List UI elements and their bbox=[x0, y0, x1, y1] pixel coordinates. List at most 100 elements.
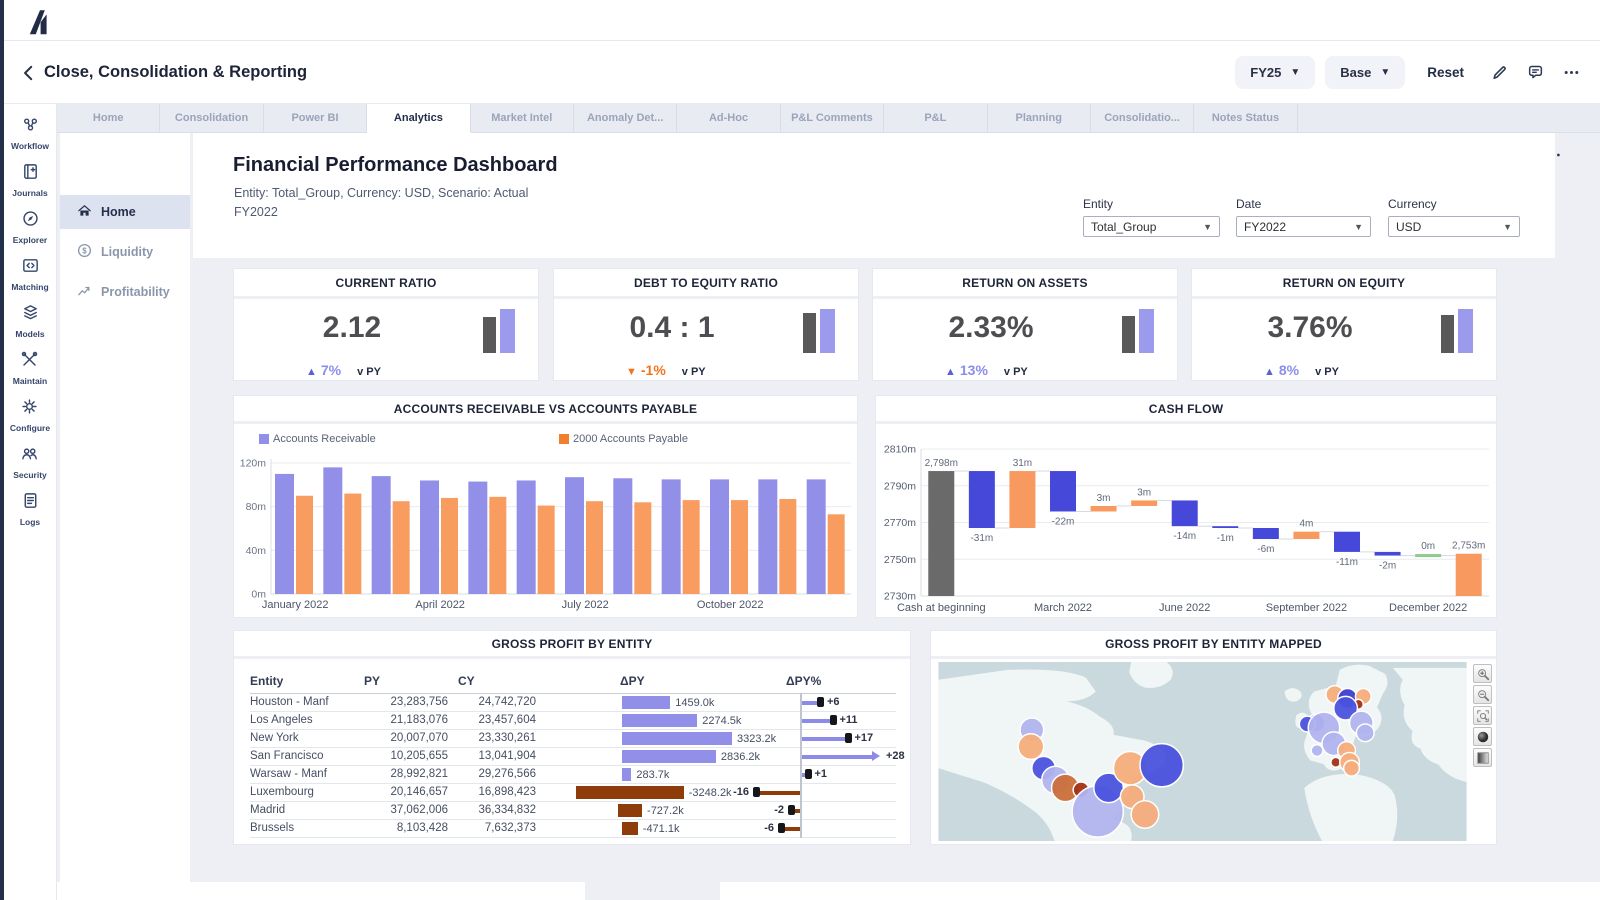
table-row-los-angeles[interactable]: Los Angeles21,183,07623,457,6042274.5k+1… bbox=[250, 711, 896, 729]
profitability-icon bbox=[77, 283, 92, 301]
vs-py-label: v PY bbox=[1315, 366, 1339, 378]
more-options-icon[interactable] bbox=[1558, 60, 1584, 86]
map-zoom-in-button[interactable] bbox=[1473, 664, 1492, 683]
delta-py-cell: 2836.2k bbox=[546, 747, 774, 765]
tab-p-l[interactable]: P&L bbox=[884, 104, 987, 132]
chart-title: GROSS PROFIT BY ENTITY bbox=[234, 631, 910, 659]
column-header-py[interactable]: PY bbox=[364, 669, 458, 693]
table-row-houston-manf[interactable]: Houston - Manf23,283,75624,742,7201459.0… bbox=[250, 693, 896, 711]
svg-text:-11m: -11m bbox=[1336, 557, 1358, 568]
fy-selector[interactable]: FY25 ▼ bbox=[1235, 56, 1315, 89]
delta-py-cell: 283.7k bbox=[546, 765, 774, 783]
column-header-cy[interactable]: CY bbox=[458, 669, 546, 693]
svg-text:4m: 4m bbox=[1299, 519, 1313, 530]
chevron-down-icon: ▼ bbox=[1503, 222, 1512, 232]
svg-text:-6m: -6m bbox=[1257, 544, 1274, 555]
arrowhead bbox=[872, 751, 880, 761]
anaplan-logo[interactable] bbox=[28, 9, 52, 33]
tab-ad-hoc[interactable]: Ad-Hoc bbox=[677, 104, 780, 132]
value-cell: 23,283,756 bbox=[364, 693, 458, 711]
delta-py-pct-cell: +1 bbox=[774, 765, 896, 783]
delta-py-pct-cell: +17 bbox=[774, 729, 896, 747]
map-bubble[interactable] bbox=[1356, 724, 1374, 742]
table-row-luxembourg[interactable]: Luxembourg20,146,65716,898,423-3248.2k-1… bbox=[250, 783, 896, 801]
column-header-py[interactable]: ΔPY% bbox=[774, 669, 896, 693]
filter-label: Currency bbox=[1388, 197, 1520, 211]
svg-text:September 2022: September 2022 bbox=[1266, 602, 1347, 614]
map-zoom-out-button[interactable] bbox=[1473, 685, 1492, 704]
svg-text:-31m: -31m bbox=[970, 533, 993, 544]
sidebar-item-models[interactable]: Models bbox=[15, 303, 44, 339]
cash-flow-card: CASH FLOW 2730m2750m2770m2790m2810m2,798… bbox=[875, 395, 1497, 618]
tab-p-l-comments[interactable]: P&L Comments bbox=[781, 104, 884, 132]
tab-consolidatio[interactable]: Consolidatio... bbox=[1091, 104, 1194, 132]
column-header-py[interactable]: ΔPY bbox=[546, 669, 774, 693]
sidebar-item-journals[interactable]: Journals bbox=[12, 162, 47, 198]
tab-analytics[interactable]: Analytics bbox=[367, 104, 470, 133]
chart-title: ACCOUNTS RECEIVABLE VS ACCOUNTS PAYABLE bbox=[234, 396, 857, 424]
grouped-bar-chart: 0m40m80m120mJanuary 2022April 2022July 2… bbox=[234, 454, 859, 617]
map-bubble[interactable] bbox=[1311, 745, 1323, 757]
currency-select[interactable]: USD▼ bbox=[1388, 216, 1520, 237]
kpi-mini-bars bbox=[1122, 309, 1154, 353]
nav-item-home[interactable]: Home bbox=[60, 195, 190, 229]
tab-planning[interactable]: Planning bbox=[988, 104, 1091, 132]
selected-value: FY2022 bbox=[1244, 220, 1286, 234]
map-bubble[interactable] bbox=[1140, 744, 1183, 787]
comment-icon[interactable] bbox=[1522, 60, 1548, 86]
map-bubble[interactable] bbox=[1131, 801, 1159, 829]
sidebar-item-workflow[interactable]: Workflow bbox=[11, 115, 49, 151]
tab-anomaly-det[interactable]: Anomaly Det... bbox=[574, 104, 677, 132]
map-zoom-fit-button[interactable] bbox=[1473, 706, 1492, 725]
map-bubble[interactable] bbox=[1018, 734, 1044, 760]
sidebar-item-maintain[interactable]: Maintain bbox=[13, 350, 47, 386]
svg-text:Cash at beginning: Cash at beginning bbox=[897, 602, 986, 614]
entity-select[interactable]: Total_Group▼ bbox=[1083, 216, 1220, 237]
table-row-warsaw-manf[interactable]: Warsaw - Manf28,992,82129,276,566283.7k+… bbox=[250, 765, 896, 783]
svg-text:3m: 3m bbox=[1137, 487, 1151, 498]
zero-axis bbox=[800, 801, 802, 820]
back-chevron-icon[interactable] bbox=[20, 64, 38, 82]
sidebar-item-logs[interactable]: Logs bbox=[20, 491, 40, 527]
sidebar-item-label: Matching bbox=[11, 282, 48, 292]
kpi-title: RETURN ON ASSETS bbox=[873, 269, 1177, 299]
sidebar-item-security[interactable]: Security bbox=[13, 444, 47, 480]
tab-home[interactable]: Home bbox=[57, 104, 160, 132]
chevron-down-icon: ▼ bbox=[1290, 67, 1300, 78]
legend-accounts-receivable[interactable]: Accounts Receivable bbox=[259, 433, 376, 445]
table-row-brussels[interactable]: Brussels8,103,4287,632,373-471.1k-6 bbox=[250, 819, 896, 837]
entity-cell: Brussels bbox=[250, 819, 364, 837]
map-bubble[interactable] bbox=[1344, 760, 1360, 776]
kpi-mini-bars bbox=[483, 309, 515, 353]
delta-py-cell: -727.2k bbox=[546, 801, 774, 819]
sidebar-item-matching[interactable]: Matching bbox=[11, 256, 48, 292]
sidebar-item-configure[interactable]: Configure bbox=[10, 397, 50, 433]
kpi-delta: ▼-1%v PY bbox=[626, 362, 706, 378]
nav-item-liquidity[interactable]: $Liquidity bbox=[60, 235, 190, 269]
tab-notes-status[interactable]: Notes Status bbox=[1194, 104, 1297, 132]
sidebar-item-explorer[interactable]: Explorer bbox=[13, 209, 48, 245]
map-globe-button[interactable] bbox=[1473, 727, 1492, 746]
edit-pencil-icon[interactable] bbox=[1486, 60, 1512, 86]
table-row-madrid[interactable]: Madrid37,062,00636,334,832-727.2k-2 bbox=[250, 801, 896, 819]
column-header-entity[interactable]: Entity bbox=[250, 669, 364, 693]
version-selector[interactable]: Base ▼ bbox=[1325, 56, 1405, 89]
svg-text:2750m: 2750m bbox=[884, 554, 916, 566]
chevron-down-icon: ▼ bbox=[1354, 222, 1363, 232]
tab-power-bi[interactable]: Power BI bbox=[264, 104, 367, 132]
table-row-san-francisco[interactable]: San Francisco10,205,65513,041,9042836.2k… bbox=[250, 747, 896, 765]
nav-item-profitability[interactable]: Profitability bbox=[60, 275, 190, 309]
value-cell: 13,041,904 bbox=[458, 747, 546, 765]
value-cell: 23,457,604 bbox=[458, 711, 546, 729]
security-icon bbox=[20, 444, 39, 468]
legend-accounts-payable[interactable]: 2000 Accounts Payable bbox=[559, 433, 688, 445]
map-layers-button[interactable] bbox=[1473, 748, 1492, 767]
date-select[interactable]: FY2022 ▼ bbox=[1236, 216, 1371, 237]
reset-button[interactable]: Reset bbox=[1427, 65, 1464, 80]
svg-text:December 2022: December 2022 bbox=[1389, 602, 1467, 614]
zero-axis bbox=[800, 819, 802, 838]
py-bar bbox=[803, 313, 816, 353]
table-row-new-york[interactable]: New York20,007,07023,330,2613323.2k+17 bbox=[250, 729, 896, 747]
tab-consolidation[interactable]: Consolidation bbox=[160, 104, 263, 132]
tab-market-intel[interactable]: Market Intel bbox=[471, 104, 574, 132]
